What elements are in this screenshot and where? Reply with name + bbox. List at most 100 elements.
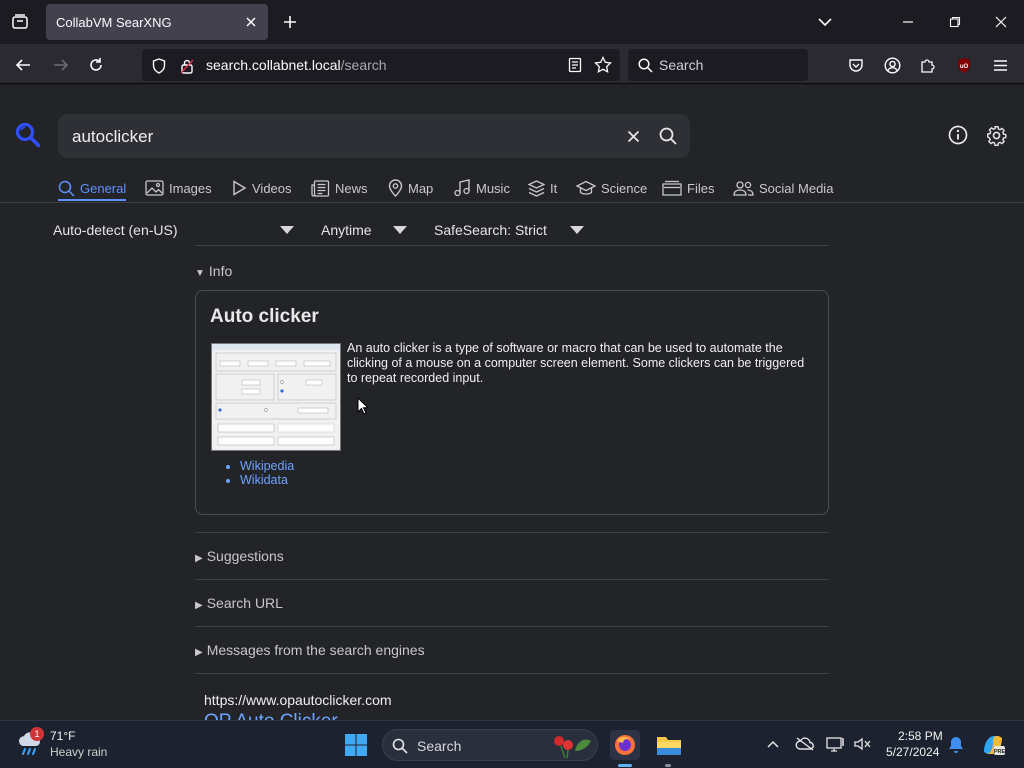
preferences-gear-icon[interactable] [985, 124, 1007, 146]
tab-active[interactable]: CollabVM SearXNG [46, 4, 268, 40]
new-tab-icon[interactable] [280, 12, 300, 32]
suggestions-toggle[interactable]: ▶ Suggestions [195, 548, 284, 564]
tab-label: Music [476, 180, 510, 196]
search-filters: Auto-detect (en-US) Anytime SafeSearch: … [0, 218, 1024, 242]
hamburger-menu-icon[interactable] [989, 54, 1011, 76]
insecure-lock-icon[interactable] [178, 57, 196, 75]
tab-map[interactable]: Map [388, 175, 433, 201]
search-query-text: autoclicker [72, 127, 154, 146]
suggestions-label: Suggestions [206, 548, 284, 564]
engine-messages-label: Messages from the search engines [206, 642, 425, 658]
tab-label: It [550, 180, 558, 196]
safesearch-dropdown-caret-icon[interactable] [570, 226, 584, 234]
info-icon[interactable] [947, 124, 969, 146]
submit-search-icon[interactable] [658, 126, 678, 146]
browser-search-bar[interactable]: Search [628, 49, 808, 81]
reload-icon[interactable] [85, 54, 107, 76]
close-window-icon[interactable] [989, 12, 1013, 32]
tab-files[interactable]: Files [662, 175, 714, 201]
search-icon [637, 57, 653, 73]
wikipedia-link[interactable]: Wikipedia [240, 459, 294, 473]
files-icon [662, 180, 682, 196]
browser-search-placeholder: Search [659, 57, 704, 73]
language-select[interactable]: Auto-detect (en-US) [53, 222, 178, 238]
list-tabs-chevron-icon[interactable] [815, 12, 835, 32]
back-arrow-icon[interactable] [12, 54, 34, 76]
infobox-title: Auto clicker [210, 306, 319, 327]
tab-close-icon[interactable] [242, 13, 260, 31]
pocket-icon[interactable] [845, 54, 867, 76]
minimize-icon[interactable] [896, 12, 920, 32]
address-bar[interactable]: search.collabnet.local/search [142, 49, 620, 81]
language-dropdown-caret-icon[interactable] [280, 226, 294, 234]
wikidata-link[interactable]: Wikidata [240, 473, 294, 487]
clear-search-icon[interactable] [624, 127, 642, 145]
category-tabs: General Images Videos News Map Music It [58, 175, 858, 201]
tab-news[interactable]: News [311, 175, 368, 201]
taskbar-search-input[interactable]: Search [382, 729, 598, 761]
extensions-puzzle-icon[interactable] [917, 54, 939, 76]
shield-icon[interactable] [150, 57, 168, 75]
tab-label: Social Media [759, 180, 834, 196]
tab-label: Videos [252, 180, 292, 196]
graduation-cap-icon [576, 180, 596, 195]
search-input[interactable]: autoclicker [58, 114, 690, 158]
tab-label: Map [408, 180, 434, 196]
reader-view-icon[interactable] [566, 56, 584, 74]
svg-text:uO: uO [960, 64, 969, 70]
music-icon [454, 179, 470, 197]
weather-desc: Heavy rain [50, 745, 108, 759]
bookmark-star-icon[interactable] [593, 56, 613, 74]
notification-bell-icon[interactable] [947, 735, 965, 755]
tab-label: Files [687, 180, 715, 196]
divider [195, 245, 829, 246]
account-icon[interactable] [881, 54, 903, 76]
ublock-origin-icon[interactable]: uO [953, 54, 975, 76]
searx-page: autoclicker General Images Videos News M… [0, 85, 1024, 720]
info-toggle-label: Info [208, 263, 233, 279]
url-path: /search [340, 57, 387, 73]
tab-label: Science [601, 180, 648, 196]
infobox-image[interactable] [211, 343, 341, 451]
firefox-taskbar-icon[interactable] [610, 730, 640, 760]
clock-time[interactable]: 2:58 PM [898, 729, 943, 743]
copilot-icon[interactable]: PRE [979, 731, 1007, 759]
taskbar-search-placeholder: Search [417, 738, 462, 754]
restore-icon[interactable] [943, 12, 967, 32]
tab-social-media[interactable]: Social Media [733, 175, 833, 201]
url-host: search.collabnet.local [206, 57, 341, 73]
navigation-toolbar: search.collabnet.local/search Search uO [0, 44, 1024, 84]
search-icon [391, 737, 409, 755]
file-explorer-icon[interactable] [654, 730, 684, 760]
tab-overview-icon[interactable] [8, 10, 32, 34]
tab-images[interactable]: Images [145, 175, 212, 201]
onedrive-offline-icon[interactable] [795, 735, 815, 753]
time-range-dropdown-caret-icon[interactable] [393, 226, 407, 234]
safesearch-select[interactable]: SafeSearch: Strict [434, 222, 547, 238]
tab-label: News [335, 180, 368, 196]
forward-arrow-icon[interactable] [50, 54, 72, 76]
active-tab-underline [58, 199, 126, 201]
clock-date[interactable]: 5/27/2024 [886, 745, 939, 759]
windows-start-icon[interactable] [343, 732, 369, 758]
divider [195, 579, 829, 580]
display-network-icon[interactable] [826, 735, 846, 753]
search-url-toggle[interactable]: ▶ Search URL [195, 595, 283, 611]
result-title-link[interactable]: OP Auto Clicker [204, 711, 338, 720]
info-toggle[interactable]: ▼ Info [195, 263, 232, 279]
result-url: https://www.opautoclicker.com [204, 692, 392, 708]
volume-muted-icon[interactable] [852, 735, 872, 753]
show-hidden-icons-chevron-icon[interactable] [764, 735, 782, 753]
tab-general[interactable]: General [58, 175, 126, 201]
tab-science[interactable]: Science [576, 175, 647, 201]
collapsed-triangle-icon: ▶ [195, 600, 203, 611]
tab-videos[interactable]: Videos [232, 175, 292, 201]
engine-messages-toggle[interactable]: ▶ Messages from the search engines [195, 642, 425, 658]
collapsed-triangle-icon: ▶ [195, 647, 203, 658]
divider [195, 673, 829, 674]
tab-music[interactable]: Music [454, 175, 510, 201]
weather-alert-badge: 1 [30, 727, 44, 741]
time-range-select[interactable]: Anytime [321, 222, 372, 238]
tab-it[interactable]: It [528, 175, 557, 201]
searxng-logo-icon[interactable] [14, 121, 42, 149]
